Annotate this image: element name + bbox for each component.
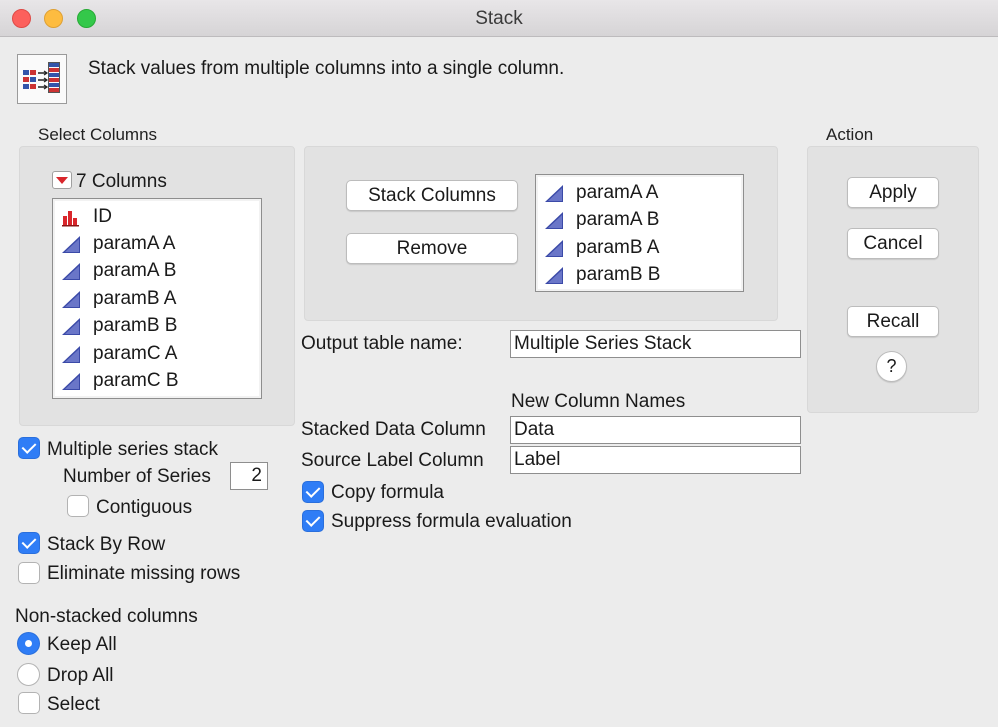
list-item[interactable]: paramB A: [61, 285, 176, 312]
multiple-series-checkbox[interactable]: [18, 437, 40, 459]
stack-icon: [17, 54, 67, 104]
eliminate-missing-label: Eliminate missing rows: [47, 563, 241, 584]
list-item[interactable]: paramC B: [61, 367, 179, 394]
stack-by-row-checkbox[interactable]: [18, 532, 40, 554]
continuous-triangle-icon: [61, 289, 81, 309]
nominal-bar-icon: [61, 207, 81, 227]
continuous-triangle-icon: [61, 234, 81, 254]
column-name: paramA B: [576, 208, 660, 230]
apply-button[interactable]: Apply: [847, 177, 939, 208]
column-name: paramA A: [576, 181, 659, 203]
suppress-formula-label: Suppress formula evaluation: [331, 511, 572, 532]
action-label: Action: [826, 125, 874, 144]
column-name: paramB B: [576, 263, 661, 285]
continuous-triangle-icon: [544, 183, 564, 203]
new-column-names-heading: New Column Names: [511, 391, 686, 412]
continuous-triangle-icon: [61, 344, 81, 364]
multiple-series-label: Multiple series stack: [47, 439, 219, 460]
number-of-series-label: Number of Series: [63, 466, 211, 487]
list-item[interactable]: paramB A: [544, 234, 659, 261]
columns-listbox[interactable]: ID paramA A paramA B paramB A paramB B p…: [52, 198, 262, 399]
column-name: paramA A: [93, 232, 176, 254]
column-name: paramB B: [93, 314, 178, 336]
contiguous-checkbox[interactable]: [67, 495, 89, 517]
column-name: paramB A: [93, 287, 177, 309]
column-name: paramC B: [93, 369, 179, 391]
continuous-triangle-icon: [544, 265, 564, 285]
continuous-triangle-icon: [544, 238, 564, 258]
non-stacked-heading: Non-stacked columns: [15, 606, 198, 627]
continuous-triangle-icon: [544, 210, 564, 230]
list-item[interactable]: paramB B: [544, 261, 660, 288]
columns-menu-triangle-icon[interactable]: [52, 171, 72, 189]
continuous-triangle-icon: [61, 316, 81, 336]
column-name: ID: [93, 205, 112, 227]
list-item[interactable]: ID: [61, 203, 112, 230]
recall-button[interactable]: Recall: [847, 306, 939, 337]
continuous-triangle-icon: [61, 371, 81, 391]
suppress-formula-checkbox[interactable]: [302, 510, 324, 532]
remove-button[interactable]: Remove: [346, 233, 518, 264]
stacked-data-column-field[interactable]: Data: [510, 416, 801, 444]
stack-columns-button[interactable]: Stack Columns: [346, 180, 518, 211]
drop-all-label: Drop All: [47, 665, 114, 686]
column-name: paramC A: [93, 342, 178, 364]
select-checkbox[interactable]: [18, 692, 40, 714]
number-of-series-field[interactable]: 2: [230, 462, 268, 490]
copy-formula-checkbox[interactable]: [302, 481, 324, 503]
stacked-data-column-label: Stacked Data Column: [301, 419, 486, 440]
columns-count-label: 7 Columns: [76, 171, 167, 192]
select-label: Select: [47, 694, 100, 715]
output-table-label: Output table name:: [301, 333, 463, 354]
list-item[interactable]: paramA B: [61, 257, 176, 284]
column-name: paramB A: [576, 236, 660, 258]
list-item[interactable]: paramC A: [61, 340, 177, 367]
contiguous-label: Contiguous: [96, 497, 193, 518]
copy-formula-label: Copy formula: [331, 482, 444, 503]
list-item[interactable]: paramA A: [544, 179, 658, 206]
help-button[interactable]: ?: [876, 351, 907, 382]
column-name: paramA B: [93, 259, 177, 281]
keep-all-label: Keep All: [47, 634, 117, 655]
drop-all-radio[interactable]: [17, 663, 40, 686]
continuous-triangle-icon: [61, 261, 81, 281]
output-table-name-field[interactable]: Multiple Series Stack: [510, 330, 801, 358]
cancel-button[interactable]: Cancel: [847, 228, 939, 259]
eliminate-missing-checkbox[interactable]: [18, 562, 40, 584]
stacked-columns-listbox[interactable]: paramA A paramA B paramB A paramB B: [535, 174, 744, 292]
list-item[interactable]: paramA B: [544, 206, 659, 233]
list-item[interactable]: paramB B: [61, 312, 177, 339]
keep-all-radio[interactable]: [17, 632, 40, 655]
source-label-column-label: Source Label Column: [301, 450, 484, 471]
dialog-description: Stack values from multiple columns into …: [88, 58, 565, 79]
stack-by-row-label: Stack By Row: [47, 534, 166, 555]
source-label-column-field[interactable]: Label: [510, 446, 801, 474]
list-item[interactable]: paramA A: [61, 230, 175, 257]
window-title: Stack: [475, 8, 523, 29]
select-columns-label: Select Columns: [38, 125, 158, 144]
